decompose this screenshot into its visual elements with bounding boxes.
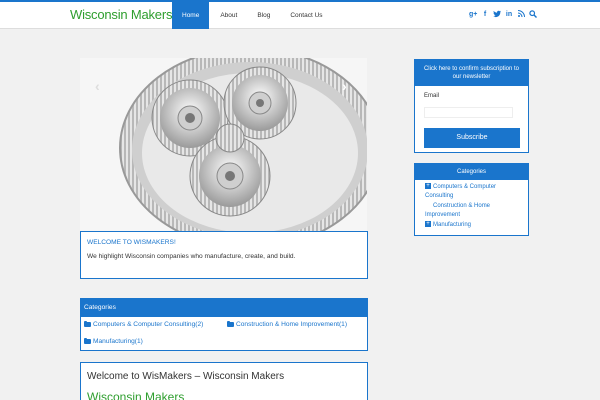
facebook-icon[interactable]: f	[481, 10, 489, 20]
side-category-computers[interactable]: + Computers & Computer Consulting	[425, 183, 525, 201]
newsletter-header-line1: Click here to confirm subscription to	[423, 66, 520, 72]
google-plus-icon[interactable]: g+	[469, 10, 477, 20]
categories-main-box: Categories Computers & Computer Consulti…	[80, 298, 368, 351]
category-label: Manufacturing(1)	[93, 338, 143, 345]
side-category-label: Construction & Home	[433, 203, 491, 209]
site-header: Wisconsin Makers Home About Blog Contact…	[0, 2, 600, 29]
linkedin-icon[interactable]: in	[505, 10, 513, 20]
email-field[interactable]	[424, 107, 513, 118]
image-slider[interactable]	[80, 58, 367, 231]
folder-icon	[84, 320, 91, 327]
welcome-title: WELCOME TO WISMAKERS!	[87, 239, 176, 246]
nav-blog[interactable]: Blog	[247, 2, 280, 29]
categories-side-widget: Categories + Computers & Computer Consult…	[414, 163, 529, 236]
logo-text-first: Wisconsin	[70, 7, 128, 22]
logo-text-second: Makers	[127, 7, 173, 22]
category-link-computers[interactable]: Computers & Computer Consulting(2)	[84, 320, 204, 328]
category-link-manufacturing[interactable]: Manufacturing(1)	[84, 337, 143, 345]
side-category-label: Computers & Computer	[433, 184, 497, 190]
category-label: Construction & Home Improvement(1)	[236, 321, 348, 328]
post-subtitle: Wisconsin Makers	[87, 390, 185, 400]
post-box: Welcome to WisMakers – Wisconsin Makers …	[80, 362, 368, 400]
subscribe-button[interactable]: Subscribe	[424, 128, 520, 148]
category-label: Computers & Computer Consulting(2)	[93, 321, 204, 328]
social-links: g+ f in	[469, 10, 537, 20]
chevron-left-icon[interactable]: ‹	[95, 79, 100, 93]
welcome-box: WELCOME TO WISMAKERS! We highlight Wisco…	[80, 231, 368, 279]
rss-icon[interactable]	[517, 10, 525, 20]
search-icon[interactable]	[529, 10, 537, 20]
side-category-construction[interactable]: Construction & Home Improvement	[425, 202, 525, 220]
twitter-icon[interactable]	[493, 10, 501, 20]
side-category-label-cont: Consulting	[425, 193, 454, 199]
nav-home[interactable]: Home	[172, 2, 210, 29]
expand-plus-icon[interactable]: +	[425, 183, 431, 190]
side-category-manufacturing[interactable]: + Manufacturing	[425, 221, 525, 230]
chevron-right-icon[interactable]: ›	[342, 79, 347, 93]
main-nav: Home About Blog Contact Us	[172, 2, 333, 29]
nav-about[interactable]: About	[209, 2, 247, 29]
nav-contact-us[interactable]: Contact Us	[280, 2, 332, 29]
post-title[interactable]: Welcome to WisMakers – Wisconsin Makers	[87, 371, 284, 382]
categories-side-title: Categories	[415, 164, 528, 180]
side-category-label-cont: Improvement	[425, 212, 461, 218]
welcome-text: We highlight Wisconsin companies who man…	[87, 253, 296, 260]
email-label: Email	[424, 93, 440, 99]
site-logo[interactable]: Wisconsin Makers	[70, 7, 172, 22]
categories-main-title: Categories	[81, 299, 367, 317]
category-link-construction[interactable]: Construction & Home Improvement(1)	[227, 320, 348, 328]
folder-icon	[84, 337, 91, 344]
folder-icon	[227, 320, 234, 327]
side-category-label: Manufacturing	[433, 222, 472, 228]
planetary-gears-image	[80, 58, 367, 231]
newsletter-header-line2: our newsletter	[452, 74, 491, 80]
newsletter-widget: Click here to confirm subscription to ou…	[414, 59, 529, 153]
newsletter-confirm-link[interactable]: Click here to confirm subscription to ou…	[415, 60, 528, 86]
expand-plus-icon[interactable]: +	[425, 221, 431, 228]
